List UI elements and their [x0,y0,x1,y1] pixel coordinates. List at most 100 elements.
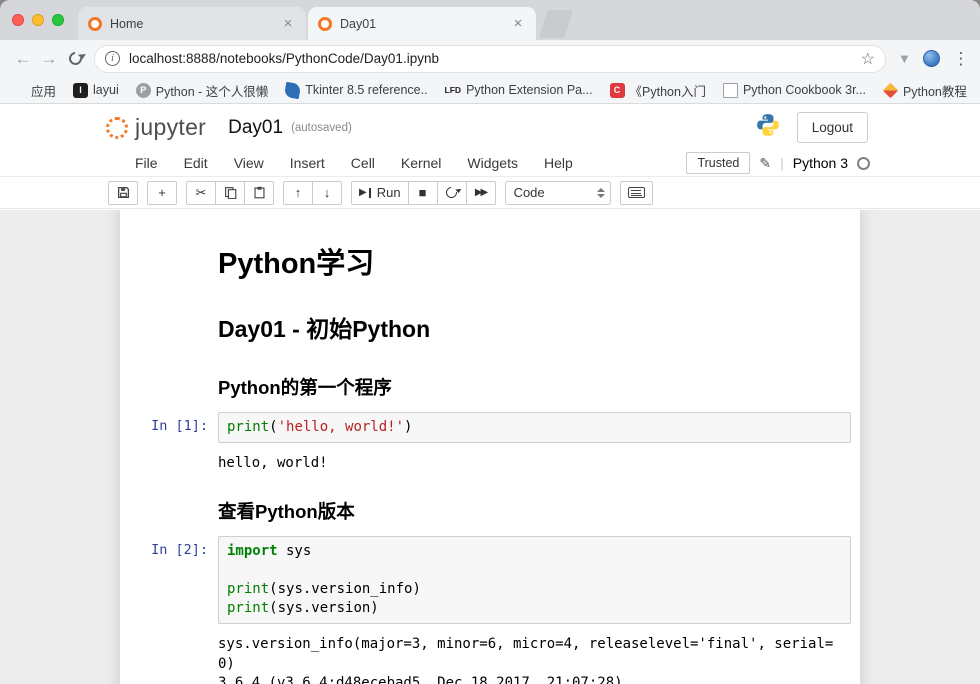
bookmark-star-icon[interactable]: ☆ [861,49,875,69]
cell-output: hello, world! [218,447,836,477]
menu-insert[interactable]: Insert [277,155,338,171]
kernel-name: Python 3 [793,155,848,171]
bookmark-python-cookbook[interactable]: Python Cookbook 3r... [723,83,866,98]
menu-file[interactable]: File [122,155,171,171]
save-button[interactable] [108,181,138,205]
step-forward-bar [369,188,371,198]
paste-cell-button[interactable] [244,181,274,205]
bookmark-python-extension[interactable]: LFD Python Extension Pa... [445,83,593,98]
tab-home[interactable]: Home × [78,7,306,40]
cell-prompt [120,228,218,290]
address-field[interactable]: i localhost:8888/notebooks/PythonCode/Da… [94,45,886,73]
menu-kernel[interactable]: Kernel [388,155,454,171]
code-token: print [227,581,269,597]
move-cell-up-button[interactable]: ↑ [283,181,313,205]
page-info-icon[interactable]: i [105,51,120,66]
code-input-area[interactable]: import sys print(sys.version_info) print… [218,536,851,624]
menubar-right: Trusted ✎ | Python 3 [686,152,870,174]
add-cell-button[interactable]: + [147,181,177,205]
bookmarks-bar: 应用 l layui P Python - 这个人很懒 Tkinter 8.5 … [0,77,980,104]
code-token: ) [404,419,412,435]
copy-cell-button[interactable] [215,181,245,205]
menu-cell[interactable]: Cell [338,155,388,171]
tab-close-icon[interactable]: × [510,15,526,32]
traffic-lights [12,14,64,26]
arrow-up-icon: ↑ [295,186,302,199]
markdown-cell-h3-first[interactable]: Python的第一个程序 [120,356,860,408]
kernel-idle-icon [857,157,870,170]
refresh-glyph [66,49,84,67]
edit-title-icon[interactable]: ✎ [759,155,771,172]
notebook-container: Python学习 Day01 - 初始Python Python的第一个程序 I… [120,210,860,684]
apps-grid-icon [12,83,26,97]
window-minimize-button[interactable] [32,14,44,26]
select-stepper-icon [597,188,605,198]
bookmark-python-blog[interactable]: P Python - 这个人很懒 [136,81,269,100]
feather-favicon-icon [284,81,301,98]
red-c-favicon-icon: C [610,83,625,98]
tab-day01[interactable]: Day01 × [308,7,536,40]
scissors-icon: ✂ [196,186,207,199]
new-tab-button[interactable] [538,10,573,38]
book-favicon-icon [723,83,738,98]
browser-window: Home × Day01 × ← → i localhost:8888/note… [0,0,980,684]
window-close-button[interactable] [12,14,24,26]
url-text[interactable]: localhost:8888/notebooks/PythonCode/Day0… [129,51,861,66]
markdown-cell-h2[interactable]: Day01 - 初始Python [120,294,860,352]
tab-close-icon[interactable]: × [280,15,296,32]
cell-type-select[interactable]: Code [505,181,611,205]
run-button[interactable]: ▶ Run [351,181,409,205]
menu-view[interactable]: View [221,155,277,171]
move-cell-down-button[interactable]: ↓ [312,181,342,205]
trusted-button[interactable]: Trusted [686,152,750,174]
bookmark-python-intro[interactable]: C 《Python入门 [610,81,706,100]
cut-cell-button[interactable]: ✂ [186,181,216,205]
notebook-menubar: File Edit View Insert Cell Kernel Widget… [0,150,980,177]
jupyter-wordmark[interactable]: jupyter [135,114,206,141]
bookmark-python-tutorial[interactable]: Python教程 [883,81,967,100]
jupyter-logo-icon[interactable] [106,117,128,139]
tab-title: Home [110,17,280,31]
logout-button[interactable]: Logout [797,112,868,143]
bookmark-label: Tkinter 8.5 reference.. [305,83,427,97]
markdown-cell-h1[interactable]: Python学习 [120,228,860,290]
command-palette-button[interactable] [620,181,653,205]
back-icon[interactable]: ← [10,46,36,72]
menu-edit[interactable]: Edit [171,155,221,171]
jupyter-favicon-icon [88,17,102,31]
code-token: (sys.version_info) [269,581,421,597]
menu-widgets[interactable]: Widgets [454,155,531,171]
bookmark-tkinter[interactable]: Tkinter 8.5 reference.. [285,83,427,98]
restart-kernel-button[interactable] [437,181,467,205]
keyboard-icon [628,187,645,198]
interrupt-kernel-button[interactable]: ■ [408,181,438,205]
code-input-area[interactable]: print('hello, world!') [218,412,851,443]
restart-icon [444,185,459,200]
notebook-title[interactable]: Day01 [228,117,283,139]
kernel-separator: | [780,155,784,171]
bookmark-apps[interactable]: 应用 [12,81,56,100]
extension-triangle-icon[interactable]: ▼ [898,51,911,66]
code-cell-1[interactable]: In [1]: print('hello, world!') [120,412,860,443]
restart-run-all-button[interactable]: ▶▶ [466,181,496,205]
heading-check-version: 查看Python版本 [218,498,851,524]
cell-prompt [120,356,218,408]
markdown-cell-h3-second[interactable]: 查看Python版本 [120,480,860,532]
save-icon [117,186,130,199]
refresh-icon[interactable] [62,46,88,72]
lfd-favicon-icon: LFD [445,83,462,98]
code-blank-line [227,561,842,580]
extension-globe-icon[interactable] [923,50,940,67]
cell-prompt [120,480,218,532]
forward-icon[interactable]: → [36,46,62,72]
browser-menu-icon[interactable]: ⋮ [952,49,970,69]
bookmark-layui[interactable]: l layui [73,83,119,98]
stop-icon: ■ [419,186,427,199]
code-cell-2[interactable]: In [2]: import sys print(sys.version_inf… [120,536,860,624]
heading-day01: Day01 - 初始Python [218,310,851,344]
menu-help[interactable]: Help [531,155,586,171]
bookmark-label: Python Extension Pa... [466,83,592,97]
jupyter-favicon-icon [318,17,332,31]
notebook-scroll-area[interactable]: Python学习 Day01 - 初始Python Python的第一个程序 I… [0,210,980,684]
window-zoom-button[interactable] [52,14,64,26]
